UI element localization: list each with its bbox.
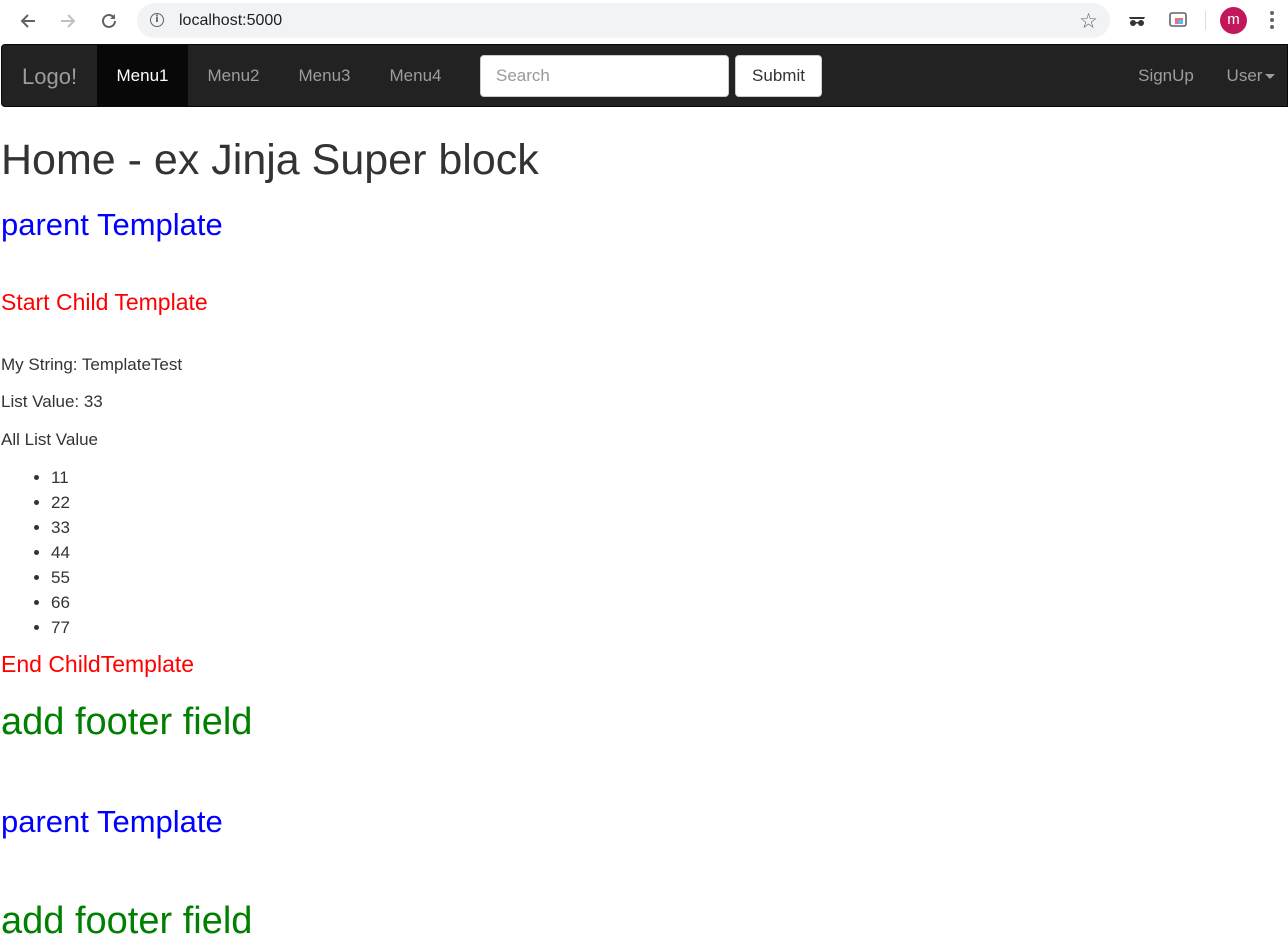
my-string-text: My String: TemplateTest [1, 355, 183, 374]
forward-button[interactable] [54, 7, 82, 35]
page-title: Home - ex Jinja Super block [1, 136, 539, 184]
list-item: 44 [51, 540, 70, 565]
list-item: 33 [51, 515, 70, 540]
back-button[interactable] [14, 7, 42, 35]
search-input[interactable] [480, 55, 729, 97]
caret-down-icon [1265, 74, 1276, 80]
submit-button[interactable]: Submit [735, 55, 822, 97]
nav-item-signup[interactable]: SignUp [1119, 45, 1213, 106]
footer-heading: add footer field [1, 701, 253, 743]
bookmark-star-icon[interactable]: ☆ [1079, 9, 1098, 33]
list-item: 11 [51, 465, 70, 490]
nav-item-menu3[interactable]: Menu3 [279, 45, 370, 106]
list-value-text: List Value: 33 [1, 392, 103, 411]
navbar-brand[interactable]: Logo! [22, 64, 77, 90]
list-item: 77 [51, 615, 70, 640]
cast-extension-icon[interactable] [1167, 9, 1189, 31]
browser-toolbar: i localhost:5000 ☆ m [0, 0, 1288, 42]
navbar: Logo! Menu1 Menu2 Menu3 Menu4 Submit Sig… [1, 44, 1288, 107]
address-bar[interactable]: i localhost:5000 ☆ [137, 3, 1110, 38]
reload-button[interactable] [95, 7, 123, 35]
nav-item-user-dropdown[interactable]: User [1214, 45, 1288, 106]
profile-avatar[interactable]: m [1220, 7, 1247, 34]
nav-item-menu2[interactable]: Menu2 [188, 45, 279, 106]
value-list: 11 22 33 44 55 66 77 [1, 465, 70, 640]
list-item: 66 [51, 590, 70, 615]
start-child-heading: Start Child Template [1, 289, 208, 315]
back-arrow-icon [20, 14, 35, 28]
parent-template-heading-2: parent Template [1, 804, 223, 839]
info-icon[interactable]: i [150, 13, 164, 27]
url-text[interactable]: localhost:5000 [179, 12, 282, 30]
nav-item-menu4[interactable]: Menu4 [370, 45, 461, 106]
list-item: 22 [51, 490, 70, 515]
incognito-extension-icon[interactable] [1126, 9, 1148, 31]
user-label: User [1226, 66, 1263, 85]
browser-menu-icon[interactable] [1264, 9, 1280, 33]
parent-template-heading: parent Template [1, 207, 223, 242]
forward-arrow-icon [61, 14, 76, 28]
toolbar-divider [1205, 11, 1206, 30]
reload-icon [102, 13, 116, 28]
list-item: 55 [51, 565, 70, 590]
footer-heading-2: add footer field [1, 900, 253, 942]
nav-item-menu1[interactable]: Menu1 [97, 45, 188, 106]
all-list-label: All List Value [1, 430, 99, 449]
end-child-heading: End ChildTemplate [1, 651, 195, 677]
